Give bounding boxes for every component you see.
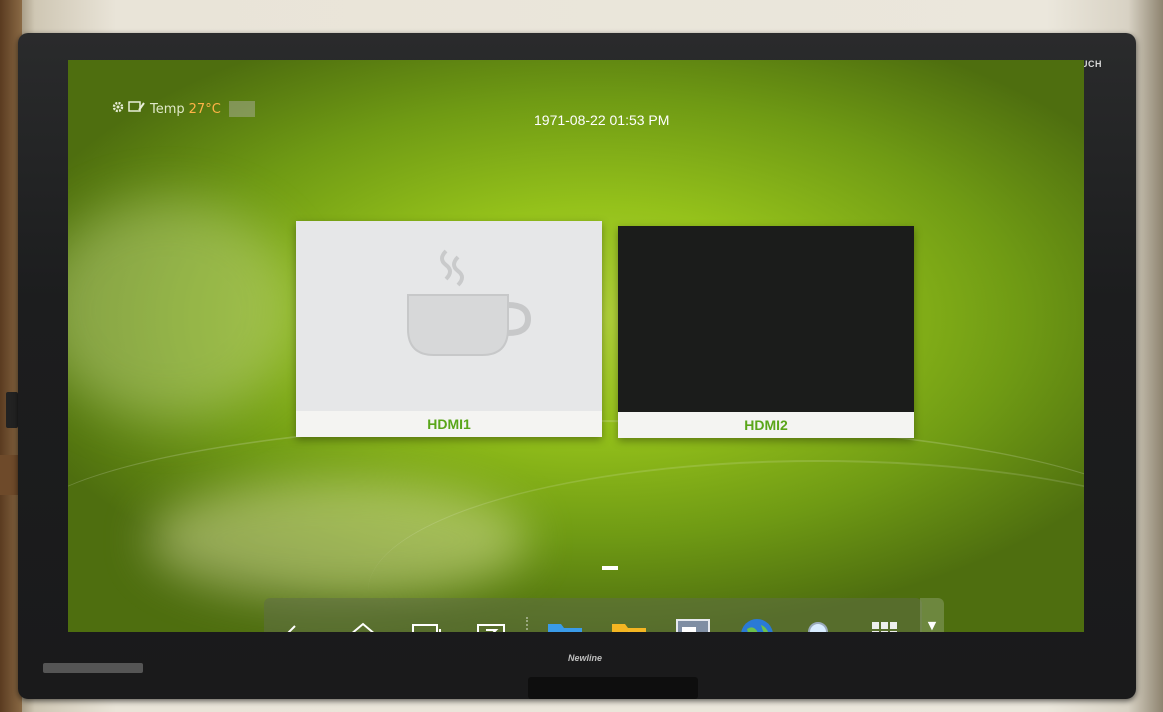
- search-icon: [808, 622, 828, 632]
- tv-edit-icon[interactable]: [128, 100, 146, 118]
- display-bezel: TRUTOUCH Newline Temp 27°C 1971-08-22 01…: [18, 33, 1136, 699]
- hdmi1-preview: [296, 221, 602, 411]
- dock-bar: [264, 598, 922, 632]
- settings-panel-button[interactable]: [672, 614, 714, 632]
- usb-button[interactable]: [608, 614, 650, 632]
- status-bar: Temp 27°C: [112, 100, 255, 118]
- folder-icon: [548, 624, 582, 632]
- usb-folder-icon: [612, 624, 646, 632]
- datetime: 1971-08-22 01:53 PM: [534, 112, 670, 128]
- triangle-down-icon: ▼: [927, 619, 937, 632]
- dock-separator: [526, 617, 530, 632]
- back-arrow-icon: [287, 625, 296, 632]
- brand-logo-bottom: Newline: [568, 653, 603, 663]
- settings-panel-icon: [676, 619, 710, 632]
- files-button[interactable]: [544, 614, 586, 632]
- z-icon: [477, 624, 505, 632]
- side-handle: [6, 392, 18, 428]
- search-button[interactable]: [800, 614, 842, 632]
- all-apps-button[interactable]: [864, 614, 906, 632]
- recent-apps-button[interactable]: [406, 614, 448, 632]
- hdmi1-label: HDMI1: [296, 411, 602, 437]
- screen: Temp 27°C 1971-08-22 01:53 PM HDMI1 HDMI…: [68, 60, 1084, 632]
- home-button[interactable]: [342, 614, 384, 632]
- gear-icon[interactable]: [112, 101, 124, 117]
- grid-icon: [872, 622, 897, 632]
- front-ports: [528, 677, 698, 699]
- temp-label: Temp: [150, 101, 185, 117]
- z-note-button[interactable]: [470, 614, 512, 632]
- coffee-cup-icon: [407, 249, 532, 356]
- certification-badge: [43, 663, 143, 673]
- hdmi2-label: HDMI2: [618, 412, 914, 438]
- browser-button[interactable]: [736, 614, 778, 632]
- back-button[interactable]: [278, 614, 320, 632]
- page-indicator: [602, 566, 618, 570]
- temp-value: 27°C: [188, 101, 221, 117]
- source-card-hdmi2[interactable]: HDMI2: [618, 226, 914, 438]
- home-icon: [351, 622, 375, 632]
- status-dropdown[interactable]: [228, 101, 255, 117]
- globe-icon: [741, 619, 773, 632]
- window-icon: [412, 624, 441, 632]
- source-card-hdmi1[interactable]: HDMI1: [296, 221, 602, 437]
- dock-expand-button[interactable]: ▼: [920, 598, 944, 632]
- hdmi2-preview: [618, 226, 914, 412]
